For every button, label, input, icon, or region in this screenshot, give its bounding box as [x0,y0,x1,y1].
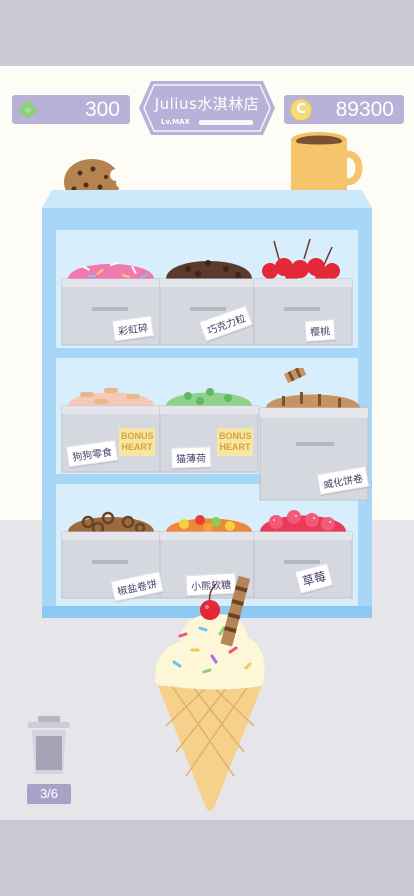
coin-counter: C 89300 [284,95,404,124]
coin-count: 89300 [335,98,394,121]
bin-cherries[interactable] [252,237,354,347]
hearts-counter: 300 [12,95,130,124]
trash-count: 3/6 [27,784,71,804]
level-progress-bar [199,120,253,125]
level-label: Lv.MAX [161,118,190,126]
topping-label: 樱桃 [304,318,336,343]
bonus-heart-badge: BONUS HEART [119,428,155,456]
hearts-count: 300 [84,98,120,121]
trash-can-icon[interactable] [26,716,72,778]
bonus-heart-badge: BONUS HEART [217,428,253,456]
clover-icon [18,100,38,119]
top-band [0,0,414,66]
topping-label: 猫薄荷 [170,446,212,469]
shop-name: Julius水淇林店 [154,95,260,113]
shop-sign[interactable]: Julius水淇林店 Lv.MAX [139,81,275,135]
coin-icon: C [290,99,312,121]
bottom-band [0,820,414,896]
ice-cream-cone[interactable] [150,576,270,816]
